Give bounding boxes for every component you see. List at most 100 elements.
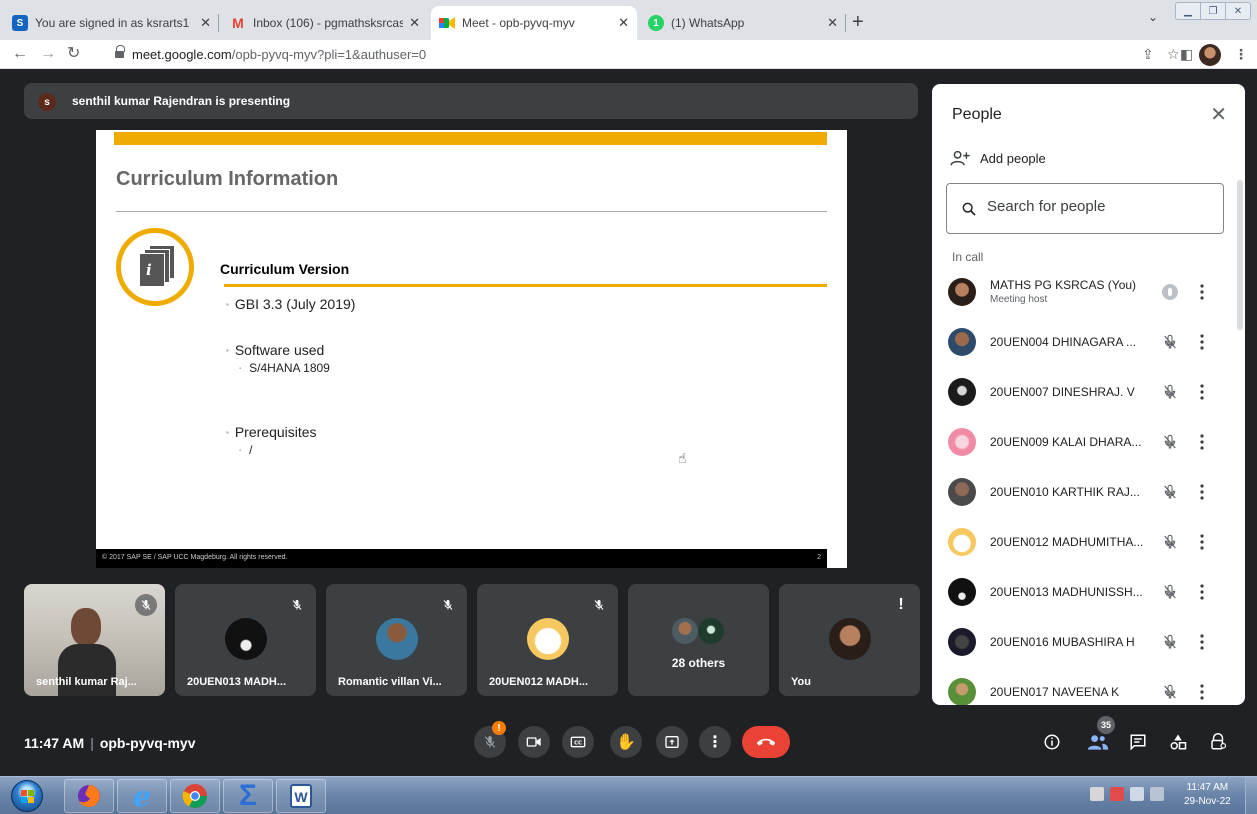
mic-off-icon	[1160, 432, 1180, 452]
add-people-button[interactable]: Add people	[950, 150, 1046, 166]
speaking-indicator-icon	[1160, 282, 1180, 302]
ie-icon[interactable]: e	[117, 779, 167, 813]
participant-avatar	[948, 578, 976, 606]
close-tab-icon[interactable]: ✕	[827, 15, 838, 31]
back-arrow-icon[interactable]: ←	[12, 45, 28, 63]
people-panel-title: People	[952, 106, 1002, 123]
mic-off-icon	[135, 594, 157, 616]
participant-row[interactable]: 20UEN009 KALAI DHARA...	[932, 418, 1237, 468]
url-host: meet.google.com	[132, 47, 232, 62]
word-icon[interactable]: W	[276, 779, 326, 813]
participant-role: Meeting host	[990, 294, 1048, 305]
participant-row[interactable]: 20UEN010 KARTHIK RAJ...	[932, 468, 1237, 518]
share-icon[interactable]: ⇪	[1142, 46, 1154, 63]
self-tile[interactable]: ! You	[779, 584, 920, 696]
tab-gmail-inbox[interactable]: M Inbox (106) - pgmathsksrcas@gmail.com …	[222, 6, 428, 40]
participant-avatar	[376, 618, 418, 660]
search-input[interactable]	[987, 198, 1207, 215]
meeting-details-button[interactable]	[1040, 730, 1064, 754]
show-desktop-button[interactable]	[1245, 777, 1257, 814]
more-vert-icon[interactable]	[1194, 681, 1210, 703]
close-icon[interactable]: ✕	[1210, 102, 1227, 127]
tray-app-icon[interactable]	[1090, 787, 1104, 801]
participant-avatar	[948, 428, 976, 456]
reload-icon[interactable]: ↻	[67, 45, 80, 63]
close-tab-icon[interactable]: ✕	[200, 15, 211, 31]
mic-off-icon	[286, 594, 308, 616]
close-tab-icon[interactable]: ✕	[409, 15, 420, 31]
participant-row[interactable]: 20UEN016 MUBASHIRA H	[932, 618, 1237, 668]
participant-avatar	[948, 328, 976, 356]
close-window-icon[interactable]: ✕	[1226, 3, 1250, 19]
sigma-icon[interactable]: Σ	[223, 779, 273, 813]
close-tab-icon[interactable]: ✕	[618, 15, 629, 31]
participant-name: You	[791, 676, 811, 688]
restore-icon[interactable]: ❐	[1201, 3, 1226, 19]
address-bar: ← → ↻ meet.google.com/opb-pyvq-myv?pli=1…	[0, 40, 1257, 69]
new-tab-button[interactable]: +	[852, 12, 864, 32]
activities-button[interactable]	[1166, 730, 1190, 754]
participant-row[interactable]: 20UEN012 MADHUMITHA...	[932, 518, 1237, 568]
more-options-button[interactable]: ⋮	[699, 726, 731, 758]
alert-icon: !	[898, 596, 904, 613]
tab-meet[interactable]: Meet - opb-pyvq-myv ✕	[431, 6, 637, 40]
host-controls-button[interactable]	[1206, 730, 1230, 754]
participant-count-badge: 35	[1097, 716, 1115, 734]
participant-name: senthil kumar Raj...	[36, 676, 137, 688]
participant-name: 20UEN012 MADH...	[489, 676, 589, 688]
end-call-button[interactable]	[742, 726, 790, 758]
camera-toggle-button[interactable]	[518, 726, 550, 758]
volume-icon[interactable]	[1130, 787, 1144, 801]
captions-button[interactable]: CC	[562, 726, 594, 758]
forward-arrow-icon[interactable]: →	[40, 45, 56, 63]
tray-flag-icon[interactable]	[1110, 787, 1124, 801]
more-vert-icon[interactable]	[1194, 531, 1210, 553]
tab-title: Meet - opb-pyvq-myv	[462, 16, 575, 30]
firefox-icon[interactable]	[64, 779, 114, 813]
mic-toggle-button[interactable]: !	[474, 721, 506, 758]
people-scrollbar[interactable]	[1237, 180, 1243, 330]
chat-button[interactable]	[1126, 730, 1150, 754]
bookmark-star-icon[interactable]: ☆	[1167, 46, 1180, 63]
raise-hand-button[interactable]: ✋	[610, 726, 642, 758]
tab-search-chevron-icon[interactable]: ⌄	[1148, 10, 1158, 24]
more-vert-icon[interactable]	[1194, 381, 1210, 403]
doc-stack-icon	[139, 253, 165, 287]
url-field[interactable]: meet.google.com/opb-pyvq-myv?pli=1&authu…	[132, 47, 426, 62]
participant-row[interactable]: 20UEN007 DINESHRAJ. V	[932, 368, 1237, 418]
start-button[interactable]	[11, 780, 43, 812]
more-vert-icon[interactable]	[1194, 331, 1210, 353]
minimize-icon[interactable]: ▁	[1176, 3, 1201, 19]
more-vert-icon[interactable]	[1194, 281, 1210, 303]
chrome-icon[interactable]	[170, 779, 220, 813]
participant-avatar	[948, 628, 976, 656]
others-count-label: 28 others	[671, 656, 726, 670]
present-now-button[interactable]	[656, 726, 688, 758]
participant-row[interactable]: 20UEN013 MADHUNISSH...	[932, 568, 1237, 618]
participant-row[interactable]: MATHS PG KSRCAS (You) Meeting host	[932, 268, 1237, 318]
side-panel-icon[interactable]: ◧	[1180, 46, 1193, 63]
site-s-icon: S	[12, 15, 28, 31]
participant-tile[interactable]: 20UEN013 MADH...	[175, 584, 316, 696]
taskbar-clock[interactable]: 11:47 AM 29-Nov-22	[1184, 781, 1231, 809]
add-people-label: Add people	[980, 150, 1046, 166]
more-vert-icon[interactable]	[1194, 581, 1210, 603]
phone-hangup-icon	[756, 738, 776, 746]
network-icon[interactable]	[1150, 787, 1164, 801]
more-vert-icon[interactable]	[1194, 631, 1210, 653]
slide-accent-bar	[114, 132, 827, 145]
chat-icon	[1130, 734, 1146, 751]
tab-ksrarts[interactable]: S You are signed in as ksrarts1 ✕	[4, 6, 219, 40]
profile-avatar[interactable]	[1199, 44, 1221, 66]
participant-tile[interactable]: senthil kumar Raj...	[24, 584, 165, 696]
mic-off-icon	[1160, 582, 1180, 602]
menu-kebab-icon[interactable]: ⋮	[1234, 46, 1248, 63]
more-vert-icon[interactable]	[1194, 481, 1210, 503]
others-tile[interactable]: 28 others	[628, 584, 769, 696]
participant-tile[interactable]: 20UEN012 MADH...	[477, 584, 618, 696]
participant-tile[interactable]: Romantic villan Vi...	[326, 584, 467, 696]
tab-whatsapp[interactable]: 1 (1) WhatsApp ✕	[640, 6, 846, 40]
more-vert-icon[interactable]	[1194, 431, 1210, 453]
participant-row[interactable]: 20UEN017 NAVEENA K	[932, 668, 1237, 705]
participant-row[interactable]: 20UEN004 DHINAGARA ...	[932, 318, 1237, 368]
